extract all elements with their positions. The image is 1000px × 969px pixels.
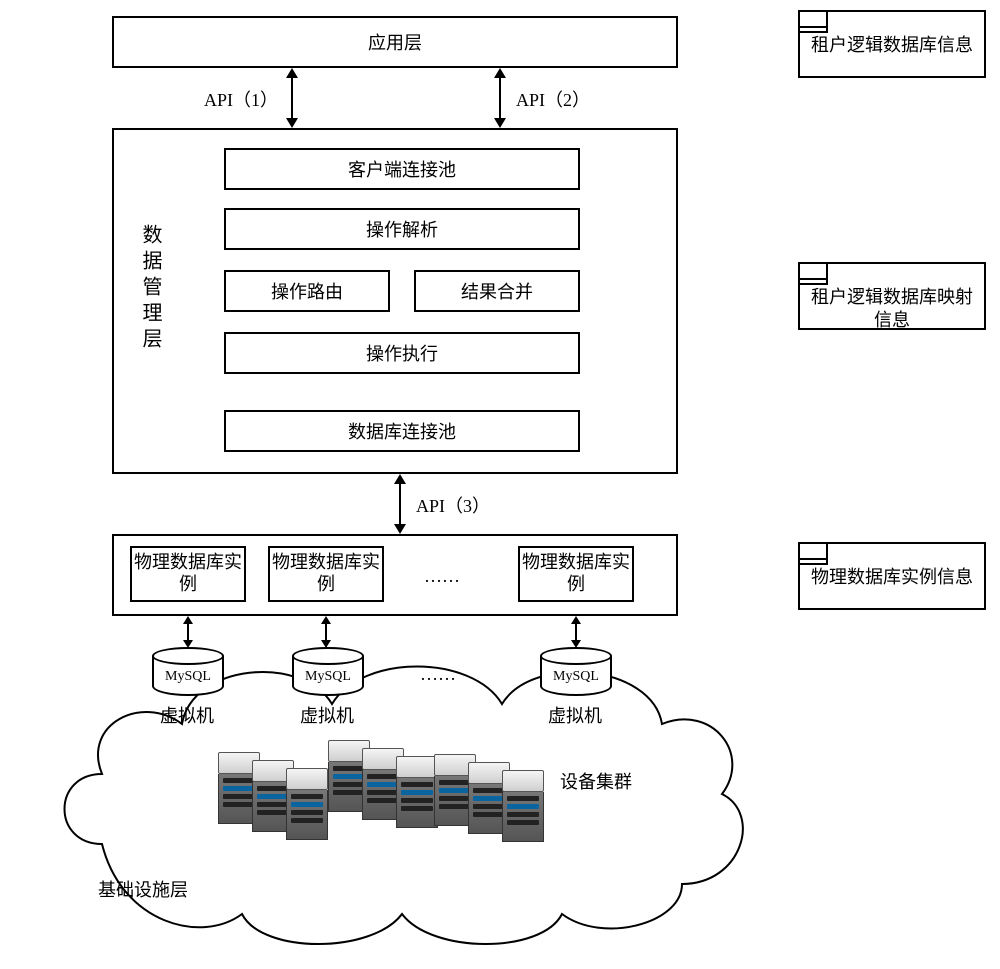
vm-3-label: 虚拟机 <box>548 702 602 728</box>
note-tenant-mapping: 租户逻辑数据库映射信息 <box>798 262 986 330</box>
operation-parse: 操作解析 <box>224 208 580 250</box>
api2-label: API（2） <box>516 86 590 112</box>
db-engine-3: MySQL <box>553 669 599 685</box>
application-layer: 应用层 <box>112 16 678 68</box>
database-cylinder-2: MySQL <box>292 656 364 696</box>
cluster-label: 设备集群 <box>560 768 632 794</box>
db-engine-2: MySQL <box>305 669 351 685</box>
note-phy-instance: 物理数据库实例信息 <box>798 542 986 610</box>
vm-ellipsis: …… <box>420 664 456 685</box>
database-cylinder-3: MySQL <box>540 656 612 696</box>
op-route-text: 操作路由 <box>271 278 343 304</box>
infrastructure-layer-label: 基础设施层 <box>98 876 188 902</box>
api1-label: API（1） <box>204 86 278 112</box>
dm-layer-label: 数据管理层 <box>136 224 165 354</box>
database-cylinder-1: MySQL <box>152 656 224 696</box>
db-engine-1: MySQL <box>165 669 211 685</box>
arrow-api1 <box>282 68 302 128</box>
arrow-api2 <box>490 68 510 128</box>
db-pool-text: 数据库连接池 <box>348 418 456 444</box>
db-connection-pool: 数据库连接池 <box>224 410 580 452</box>
vm-2-label: 虚拟机 <box>300 702 354 728</box>
result-merge-text: 结果合并 <box>461 278 533 304</box>
arrow-api3 <box>390 474 410 534</box>
api3-label: API（3） <box>416 492 490 518</box>
op-parse-text: 操作解析 <box>366 216 438 242</box>
op-exec-text: 操作执行 <box>366 340 438 366</box>
vm-1-label: 虚拟机 <box>160 702 214 728</box>
application-layer-title: 应用层 <box>368 29 422 55</box>
result-merge: 结果合并 <box>414 270 580 312</box>
operation-execute: 操作执行 <box>224 332 580 374</box>
operation-route: 操作路由 <box>224 270 390 312</box>
note-tenant-logical-db: 租户逻辑数据库信息 <box>798 10 986 78</box>
client-pool-text: 客户端连接池 <box>348 156 456 182</box>
server-cluster-icon <box>218 740 538 860</box>
client-connection-pool: 客户端连接池 <box>224 148 580 190</box>
